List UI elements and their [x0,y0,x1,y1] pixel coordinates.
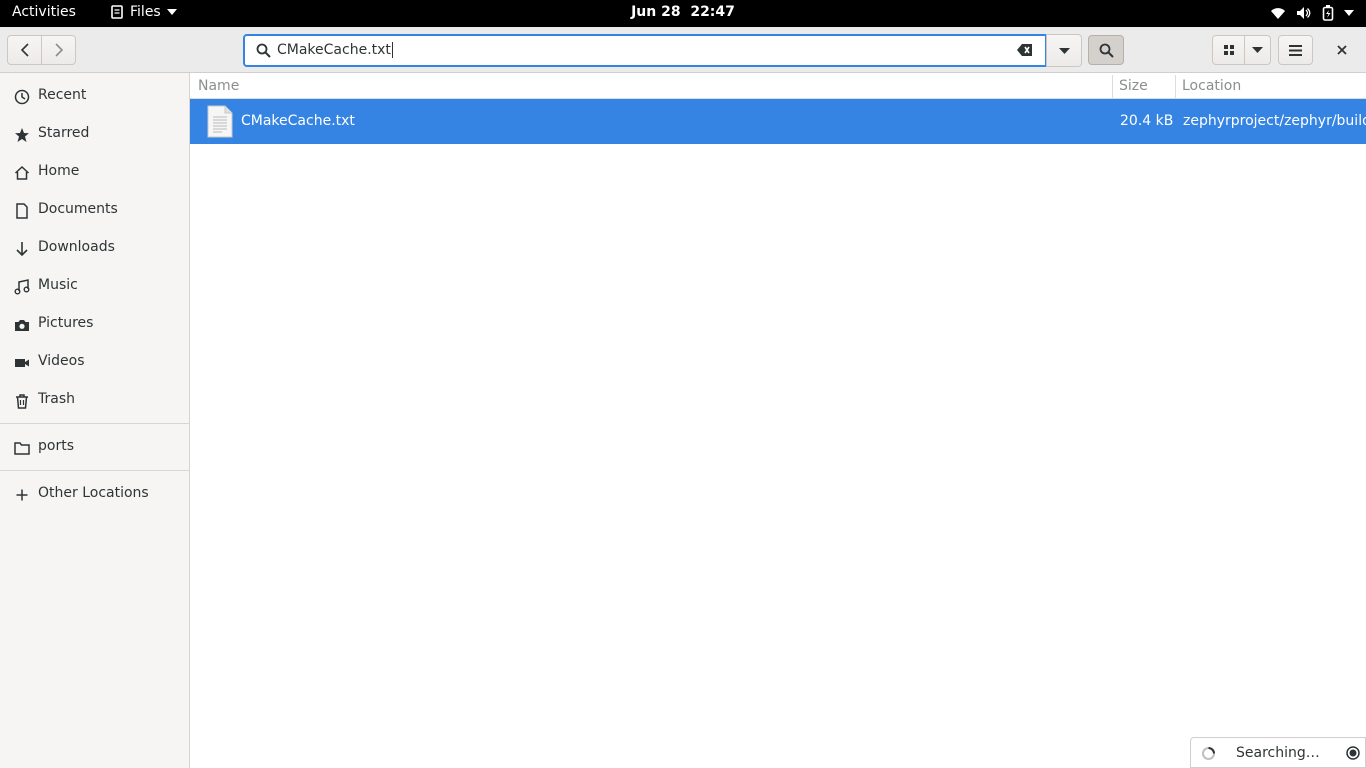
text-file-icon [207,105,233,138]
column-header-size[interactable]: Size [1119,78,1148,94]
music-icon [14,279,30,295]
clock[interactable]: Jun 28 22:47 [0,4,1366,20]
chevron-right-icon [54,43,63,57]
file-list: Name Size Location CMakeCache.txt 20.4 k… [190,73,1366,768]
camera-icon [15,320,29,331]
file-location: zephyrproject/zephyr/build [1183,113,1366,129]
clock-date: Jun 28 [631,4,681,20]
file-size: 20.4 kB [1120,113,1174,129]
sidebar-item-label: Documents [38,201,118,217]
sidebar-item-label: ports [38,438,74,454]
sidebar-item-label: Trash [38,391,75,407]
video-icon [15,359,29,367]
sidebar-item-starred[interactable]: Starred [0,115,189,153]
volume-icon [1297,7,1311,19]
sidebar-item-home[interactable]: Home [0,153,189,191]
sidebar-divider [0,423,189,424]
sidebar-item-recent[interactable]: Recent [0,77,189,115]
battery-icon [1322,5,1334,21]
sidebar-item-label: Recent [38,87,87,103]
sidebar-item-label: Home [38,163,80,179]
sidebar-item-label: Pictures [38,315,94,331]
close-button[interactable] [1327,35,1357,65]
chevron-down-icon [1344,10,1354,16]
plus-icon [16,489,28,501]
sidebar-item-label: Downloads [38,239,115,255]
forward-button[interactable] [41,35,76,65]
sidebar-item-ports[interactable]: ports [0,428,189,466]
stop-icon[interactable] [1346,746,1360,760]
column-header-name[interactable]: Name [198,78,239,94]
sidebar-item-label: Other Locations [38,485,149,501]
file-name: CMakeCache.txt [241,113,355,129]
sidebar-divider [0,470,189,471]
sidebar-item-music[interactable]: Music [0,267,189,305]
search-query: CMakeCache.txt [277,42,391,58]
search-icon [256,43,271,58]
chevron-down-icon [1252,47,1263,53]
clock-icon [14,89,30,105]
system-tray[interactable] [1270,5,1354,21]
sidebar-item-downloads[interactable]: Downloads [0,229,189,267]
sidebar-item-label: Starred [38,125,90,141]
star-icon [15,128,29,142]
column-header-row: Name Size Location [190,73,1366,99]
grid-view-button[interactable] [1212,35,1245,65]
search-status: Searching… [1190,737,1366,768]
sidebar-item-pictures[interactable]: Pictures [0,305,189,343]
sidebar: Recent Starred Home Documents Downloads … [0,73,190,768]
grid-icon [1223,45,1234,55]
download-icon [16,242,28,257]
column-divider[interactable] [1112,75,1113,99]
home-icon [14,165,30,180]
clear-icon[interactable] [1017,43,1033,57]
status-text: Searching… [1236,745,1320,761]
wifi-icon [1271,8,1285,19]
trash-icon [16,394,28,409]
column-divider[interactable] [1175,75,1176,99]
document-icon [16,203,28,219]
sidebar-item-label: Videos [38,353,85,369]
column-header-location[interactable]: Location [1182,78,1241,94]
clock-time: 22:47 [690,4,735,20]
sidebar-item-trash[interactable]: Trash [0,381,189,419]
main-menu-button[interactable] [1278,35,1313,65]
search-input[interactable]: CMakeCache.txt [243,34,1047,67]
table-row[interactable]: CMakeCache.txt 20.4 kB zephyrproject/zep… [190,99,1366,144]
header-bar: CMakeCache.txt [0,27,1366,73]
chevron-down-icon [1058,47,1070,54]
back-button[interactable] [7,35,42,65]
search-options-button[interactable] [1046,34,1082,67]
sidebar-item-documents[interactable]: Documents [0,191,189,229]
spinner-icon [1202,747,1215,760]
folder-icon [14,442,30,455]
chevron-left-icon [20,43,29,57]
sidebar-item-videos[interactable]: Videos [0,343,189,381]
sidebar-item-other-locations[interactable]: Other Locations [0,475,189,513]
top-bar: Activities Files Jun 28 22:47 [0,0,1366,27]
hamburger-icon [1289,44,1302,56]
search-toggle-button[interactable] [1088,35,1124,65]
view-options-button[interactable] [1244,35,1271,65]
search-icon [1099,43,1114,58]
close-icon [1337,45,1347,55]
sidebar-item-label: Music [38,277,78,293]
